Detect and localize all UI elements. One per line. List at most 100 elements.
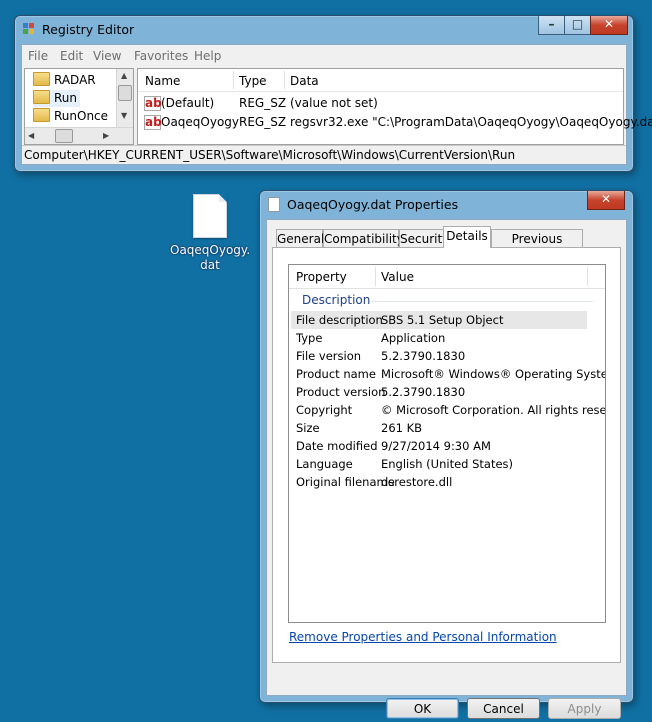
minimize-button[interactable]: – xyxy=(538,16,565,35)
menu-favorites[interactable]: Favorites xyxy=(134,49,188,63)
file-icon xyxy=(268,197,280,212)
tree-vertical-scrollbar[interactable]: ▲ ▼ xyxy=(116,69,133,127)
scroll-down-arrow-icon[interactable]: ▼ xyxy=(121,111,127,120)
registry-editor-client: File Edit View Favorites Help RADAR Run … xyxy=(21,44,652,165)
column-divider[interactable] xyxy=(375,267,376,286)
ok-button[interactable]: OK xyxy=(386,698,459,719)
remove-properties-link[interactable]: Remove Properties and Personal Informati… xyxy=(289,630,557,644)
tree-item-label: RADAR xyxy=(54,73,96,87)
property-name: File description xyxy=(296,313,383,327)
property-name: Product name xyxy=(296,367,376,381)
scroll-thumb[interactable] xyxy=(118,85,132,101)
property-value: 5.2.3790.1830 xyxy=(381,385,466,399)
property-value: Microsoft® Windows® Operating System xyxy=(381,367,606,381)
value-name: OaqeqOyogy xyxy=(161,115,240,129)
menu-view[interactable]: View xyxy=(93,49,121,63)
column-header-value[interactable]: Value xyxy=(381,270,414,284)
details-panel: Property Value Description File descript… xyxy=(272,247,621,663)
value-type: REG_SZ xyxy=(239,115,287,129)
details-row[interactable]: Size 261 KB xyxy=(289,419,605,437)
property-name: File version xyxy=(296,349,362,363)
details-list[interactable]: Property Value Description File descript… xyxy=(288,264,606,623)
registry-editor-titlebar[interactable]: Registry Editor – □ ✕ xyxy=(15,16,633,44)
desktop-icon-label: OaqeqOyogy. dat xyxy=(170,243,250,273)
value-list[interactable]: Name Type Data ab (Default) REG_SZ (valu… xyxy=(137,68,652,145)
menu-edit[interactable]: Edit xyxy=(60,49,83,63)
properties-titlebar[interactable]: OaqeqOyogy.dat Properties ✕ xyxy=(260,191,633,219)
value-data: regsvr32.exe "C:\ProgramData\OaqeqOyogy\… xyxy=(290,115,652,129)
scroll-right-arrow-icon[interactable]: ▶ xyxy=(103,131,109,140)
tree-item-radar[interactable]: RADAR xyxy=(33,72,96,89)
value-list-header: Name Type Data xyxy=(138,69,623,92)
tree-item-runonce[interactable]: RunOnce xyxy=(33,108,108,125)
tab-compatibility[interactable]: Compatibility xyxy=(323,229,404,247)
registry-icon xyxy=(22,22,36,36)
details-row[interactable]: File version 5.2.3790.1830 xyxy=(289,347,605,365)
property-value: © Microsoft Corporation. All rights rese… xyxy=(381,403,606,417)
tree-item-label: Run xyxy=(54,91,78,105)
tab-general[interactable]: General xyxy=(276,229,324,247)
key-tree[interactable]: RADAR Run RunOnce ▲ ▼ ◀ ▶ xyxy=(24,68,134,145)
details-row[interactable]: Product version 5.2.3790.1830 xyxy=(289,383,605,401)
column-header-type[interactable]: Type xyxy=(239,74,267,88)
details-row[interactable]: File description SBS 5.1 Setup Object xyxy=(289,311,605,329)
menu-help[interactable]: Help xyxy=(194,49,221,63)
scroll-left-arrow-icon[interactable]: ◀ xyxy=(28,131,34,140)
details-row[interactable]: Type Application xyxy=(289,329,605,347)
column-divider[interactable] xyxy=(233,71,234,89)
value-row-oaqeqoyogy[interactable]: ab OaqeqOyogy REG_SZ regsvr32.exe "C:\Pr… xyxy=(138,113,652,131)
tab-security[interactable]: Security xyxy=(399,229,449,247)
details-row[interactable]: Product name Microsoft® Windows® Operatin… xyxy=(289,365,605,383)
scroll-up-arrow-icon[interactable]: ▲ xyxy=(121,71,127,80)
folder-icon xyxy=(33,72,50,86)
column-header-data[interactable]: Data xyxy=(290,74,319,88)
tree-item-run[interactable]: Run xyxy=(33,90,81,107)
details-list-header: Property Value xyxy=(289,265,605,289)
key-path: Computer\HKEY_CURRENT_USER\Software\Micr… xyxy=(24,148,516,162)
property-value: SBS 5.1 Setup Object xyxy=(381,313,504,327)
folder-icon xyxy=(33,90,50,104)
scroll-thumb[interactable] xyxy=(55,129,73,143)
tab-previous-versions[interactable]: Previous Versions xyxy=(491,229,583,260)
close-icon: ✕ xyxy=(600,192,612,206)
column-divider[interactable] xyxy=(284,71,285,89)
close-icon: ✕ xyxy=(603,17,615,31)
property-value: dsrestore.dll xyxy=(381,475,453,489)
tree-horizontal-scrollbar[interactable]: ◀ ▶ xyxy=(25,127,133,144)
property-name: Type xyxy=(296,331,323,345)
value-row-default[interactable]: ab (Default) REG_SZ (value not set) xyxy=(138,94,623,112)
column-divider[interactable] xyxy=(587,267,588,286)
property-name: Copyright xyxy=(296,403,353,417)
property-name: Language xyxy=(296,457,353,471)
tab-details[interactable]: Details xyxy=(443,226,491,248)
folder-icon xyxy=(33,108,50,122)
tree-item-label: RunOnce xyxy=(54,109,109,123)
property-value: 5.2.3790.1830 xyxy=(381,349,466,363)
column-header-property[interactable]: Property xyxy=(296,270,347,284)
menu-bar: File Edit View Favorites Help xyxy=(22,45,626,67)
column-header-name[interactable]: Name xyxy=(145,74,180,88)
maximize-button[interactable]: □ xyxy=(564,16,591,35)
details-row[interactable]: Copyright © Microsoft Corporation. All ri… xyxy=(289,401,605,419)
details-row[interactable]: Language English (United States) xyxy=(289,455,605,473)
property-name: Original filename xyxy=(296,475,395,489)
blank-file-icon xyxy=(193,194,227,238)
close-button[interactable]: ✕ xyxy=(587,191,625,210)
window-title: Registry Editor xyxy=(42,22,135,37)
string-value-icon: ab xyxy=(144,115,162,130)
desktop-file-icon[interactable]: OaqeqOyogy. dat xyxy=(170,194,250,273)
registry-editor-window: Registry Editor – □ ✕ File Edit View Fav… xyxy=(14,15,652,172)
value-type: REG_SZ xyxy=(239,96,287,110)
properties-body: General Compatibility Security Details P… xyxy=(266,219,627,719)
group-divider xyxy=(371,301,593,302)
property-value: 9/27/2014 9:30 AM xyxy=(381,439,491,453)
details-row[interactable]: Date modified 9/27/2014 9:30 AM xyxy=(289,437,605,455)
minimize-icon: – xyxy=(548,17,555,31)
property-value: Application xyxy=(381,331,446,345)
apply-button[interactable]: Apply xyxy=(548,698,621,719)
close-button[interactable]: ✕ xyxy=(590,16,628,35)
menu-file[interactable]: File xyxy=(28,49,48,63)
property-value: English (United States) xyxy=(381,457,514,471)
details-row[interactable]: Original filename dsrestore.dll xyxy=(289,473,605,491)
cancel-button[interactable]: Cancel xyxy=(467,698,540,719)
